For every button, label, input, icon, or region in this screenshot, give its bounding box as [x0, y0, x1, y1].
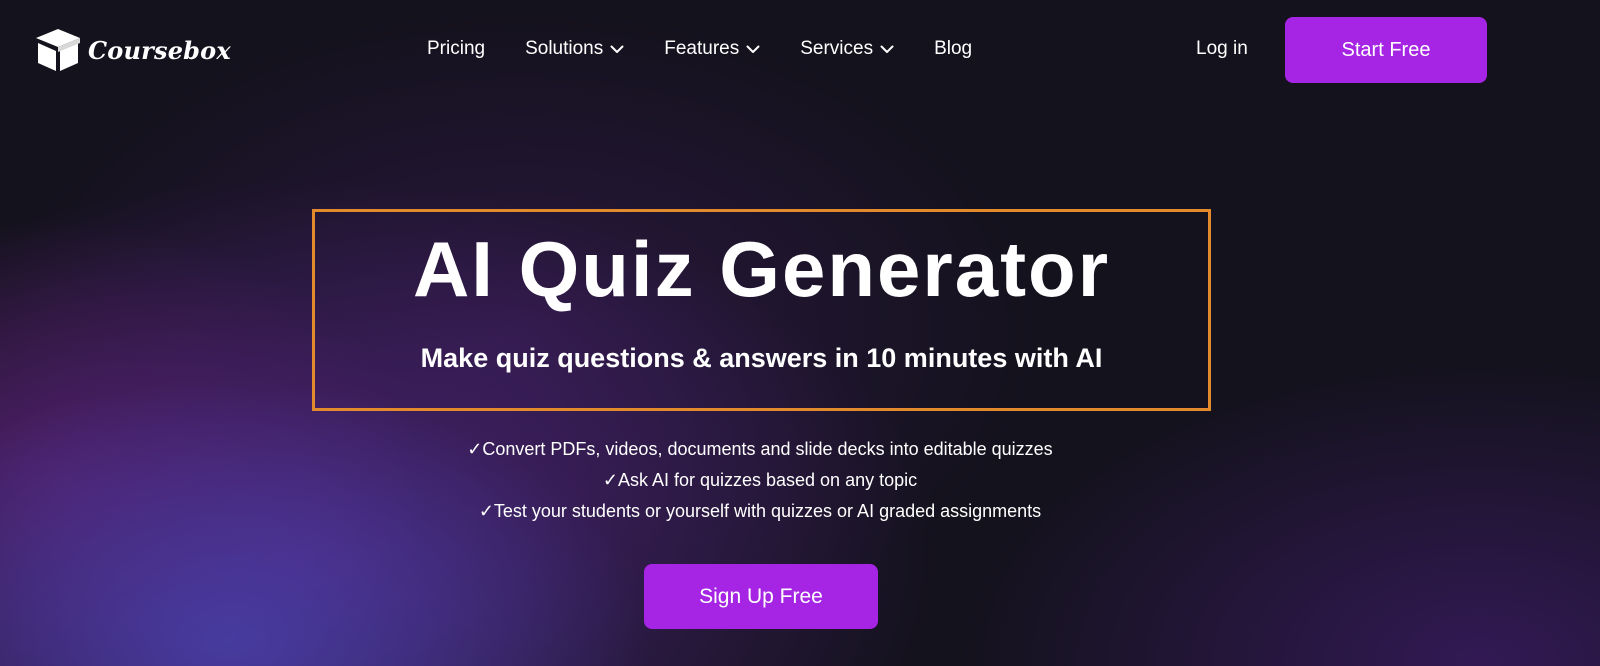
brand-name: Coursebox: [88, 35, 231, 65]
feature-list: ✓Convert PDFs, videos, documents and sli…: [0, 434, 1520, 527]
nav-item-blog[interactable]: Blog: [934, 38, 972, 60]
nav-item-label: Pricing: [427, 38, 486, 59]
hero-title: AI Quiz Generator: [412, 225, 1111, 313]
nav-item-label: Solutions: [525, 38, 604, 59]
box-logo-icon: [36, 29, 80, 71]
login-link[interactable]: Log in: [1196, 38, 1248, 60]
hero-highlight-box: AI Quiz Generator Make quiz questions & …: [312, 209, 1211, 411]
sign-up-free-button[interactable]: Sign Up Free: [644, 564, 878, 629]
brand-logo[interactable]: Coursebox: [34, 27, 231, 73]
nav-item-label: Features: [664, 38, 740, 59]
start-free-button[interactable]: Start Free: [1285, 17, 1487, 83]
feature-item: ✓Test your students or yourself with qui…: [478, 501, 1042, 521]
hero-subtitle: Make quiz questions & answers in 10 minu…: [420, 343, 1103, 373]
chevron-down-icon: [746, 45, 760, 53]
feature-item: ✓Convert PDFs, videos, documents and sli…: [467, 439, 1053, 459]
nav-item-features[interactable]: Features: [664, 38, 760, 60]
nav-item-services[interactable]: Services: [800, 38, 894, 60]
nav-item-pricing[interactable]: Pricing: [427, 38, 485, 60]
nav-item-solutions[interactable]: Solutions: [525, 38, 624, 60]
chevron-down-icon: [610, 45, 624, 53]
chevron-down-icon: [880, 45, 894, 53]
nav-item-label: Blog: [934, 38, 973, 59]
feature-item: ✓Ask AI for quizzes based on any topic: [602, 470, 918, 490]
landing-page: Coursebox Pricing Solutions Features Ser…: [0, 0, 1600, 666]
nav-item-label: Services: [800, 38, 874, 59]
main-nav: Pricing Solutions Features Services Blog: [427, 38, 972, 60]
